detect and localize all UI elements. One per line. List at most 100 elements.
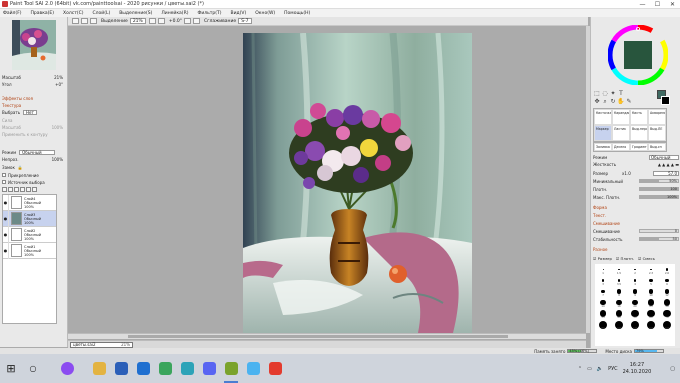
brush-tool-active[interactable]: Маркер xyxy=(594,125,612,141)
text-icon[interactable]: T xyxy=(617,90,625,97)
visibility-eye-icon[interactable]: ● xyxy=(3,242,9,259)
store-icon[interactable] xyxy=(110,354,132,383)
brush-size-preset[interactable]: 4 xyxy=(627,275,643,286)
brush-size-preset[interactable]: 70 xyxy=(659,308,675,319)
lock-icon[interactable]: 🔒 xyxy=(18,165,23,170)
brush-size-preset[interactable]: 8 xyxy=(611,286,627,297)
brush-size-preset[interactable]: 120 xyxy=(627,319,643,330)
form-section[interactable]: Форма xyxy=(593,204,679,210)
move-icon[interactable]: ✥ xyxy=(593,98,601,105)
selection-source-row[interactable]: Источник выбора xyxy=(2,179,66,185)
brush-size-preset[interactable]: 2 xyxy=(627,264,643,275)
layer-row-selected[interactable]: ● Слой3 Обычный 100% xyxy=(3,210,56,227)
menu-layer[interactable]: Слой(L) xyxy=(93,11,111,16)
brush-size-preset[interactable]: 160 xyxy=(643,319,659,330)
pressure-mix-check[interactable]: ☑ Смесь xyxy=(638,256,655,261)
min-size-slider[interactable]: 50% xyxy=(639,179,679,183)
visibility-eye-icon[interactable]: ● xyxy=(3,210,9,227)
layer-row[interactable]: ● Слой2 Обычный 100% xyxy=(3,226,56,243)
brush-size-preset[interactable]: 2.6 xyxy=(659,264,675,275)
density-slider[interactable]: 100 xyxy=(639,187,679,191)
texture-section[interactable]: Текст. xyxy=(593,212,679,218)
chrome-icon[interactable] xyxy=(154,354,176,383)
zoom-icon[interactable]: ⌕ xyxy=(601,98,609,106)
texture-header[interactable]: Текстура xyxy=(2,102,66,108)
brush-size-preset[interactable]: 5 xyxy=(643,275,659,286)
blend-mode-select[interactable]: Обычный xyxy=(19,149,56,155)
navigator-thumbnail[interactable] xyxy=(12,20,56,70)
extra-section[interactable]: Разное xyxy=(593,246,679,252)
delete-layer-icon[interactable] xyxy=(32,187,37,192)
volume-icon[interactable]: 🔈 xyxy=(597,366,603,372)
clear-layer-icon[interactable] xyxy=(26,187,31,192)
painting-canvas[interactable] xyxy=(243,32,472,333)
hardness-shapes[interactable]: ▲ ▲ ▲ ▲ ▬ xyxy=(658,162,679,167)
brush-tool[interactable]: Выд.сп xyxy=(648,143,666,151)
brush-size-preset[interactable]: 50 xyxy=(627,308,643,319)
menu-window[interactable]: Окно(W) xyxy=(255,11,275,16)
horizontal-scroll-thumb[interactable] xyxy=(128,335,508,338)
brush-tool[interactable]: Акварель xyxy=(648,109,666,125)
clipping-row[interactable]: Прикрепление xyxy=(2,172,66,178)
horizontal-scrollbar[interactable] xyxy=(68,333,586,339)
rect-select-icon[interactable]: ⬚ xyxy=(593,90,601,97)
brush-size-preset[interactable]: 80 xyxy=(595,319,611,330)
zoom-select[interactable]: 21% xyxy=(129,18,146,24)
zoom-out-icon[interactable] xyxy=(148,18,156,24)
visibility-eye-icon[interactable]: ● xyxy=(3,194,9,211)
lasso-icon[interactable]: ◌ xyxy=(601,90,609,97)
brush-size-preset[interactable]: 25 xyxy=(643,297,659,308)
brush-size-preset[interactable]: 60 xyxy=(643,308,659,319)
pressure-size-check[interactable]: ☑ Размер xyxy=(593,256,612,261)
brush-tool[interactable]: Выд.пера xyxy=(630,125,648,141)
search-icon[interactable]: ○ xyxy=(28,354,38,383)
tray-chevron-icon[interactable]: ⌃ xyxy=(578,366,582,372)
layer-effects-header[interactable]: Эффекты слоя xyxy=(2,95,66,101)
brush-size-preset[interactable]: 3 xyxy=(595,275,611,286)
brush-mode-select[interactable]: Обычный xyxy=(649,154,679,160)
brush-tool[interactable]: Заливка xyxy=(594,143,612,151)
brush-tool[interactable]: Кисть xyxy=(630,109,648,125)
magic-wand-icon[interactable]: ✦ xyxy=(609,90,617,97)
canvas-area[interactable] xyxy=(68,26,586,333)
blend-slider[interactable]: 0 xyxy=(639,229,679,233)
menu-ruler[interactable]: Линейка(R) xyxy=(161,11,188,16)
cortana-icon[interactable] xyxy=(56,354,78,383)
new-mask-icon[interactable] xyxy=(14,187,19,192)
maximize-button[interactable]: ☐ xyxy=(650,0,665,9)
angle-value[interactable]: +0.0° xyxy=(169,19,182,24)
pressure-density-check[interactable]: ☑ Плотн. xyxy=(616,256,634,261)
max-density-slider[interactable]: 100% xyxy=(639,195,679,199)
apply-to-contour-row[interactable]: Применить к контуру xyxy=(2,131,66,137)
mail-icon[interactable] xyxy=(132,354,154,383)
zoom-in-icon[interactable] xyxy=(157,18,165,24)
menu-edit[interactable]: Правка(E) xyxy=(31,11,54,16)
new-layer-icon[interactable] xyxy=(2,187,7,192)
file-explorer-icon[interactable] xyxy=(88,354,110,383)
layer-row[interactable]: ● Слой4 Обычный 100% xyxy=(3,194,56,211)
undo-icon[interactable] xyxy=(72,18,79,24)
size-multiplier[interactable]: x1.0 xyxy=(622,171,631,176)
hand-icon[interactable]: ✋ xyxy=(617,98,625,105)
color-wheel[interactable] xyxy=(608,25,668,85)
brush-size-preset[interactable]: 7 xyxy=(595,286,611,297)
rotate-tool-icon[interactable]: ↻ xyxy=(609,98,617,105)
discord-icon[interactable] xyxy=(198,354,220,383)
paint-tool-sai-icon[interactable] xyxy=(220,354,242,383)
brush-size-preset[interactable]: 9 xyxy=(627,286,643,297)
brush-size-preset[interactable]: 200 xyxy=(659,319,675,330)
deselect-icon[interactable] xyxy=(90,18,97,24)
network-icon[interactable]: ▭ xyxy=(587,366,592,372)
close-button[interactable]: ✕ xyxy=(665,0,680,9)
brush-size-preset[interactable]: 20 xyxy=(627,297,643,308)
clock[interactable]: 16:27 24.10.2020 xyxy=(623,362,657,376)
brush-size-preset[interactable]: 1 xyxy=(595,264,611,275)
stability-slider[interactable]: 50 xyxy=(639,237,679,241)
brush-size-preset[interactable]: 6 xyxy=(659,275,675,286)
brush-tool[interactable]: Ластик xyxy=(612,125,630,141)
brush-size-preset[interactable]: 3.5 xyxy=(611,275,627,286)
layer-opacity-row[interactable]: Непроз. 100% xyxy=(2,156,66,162)
texture-select[interactable]: Нет xyxy=(23,109,37,115)
navigator-zoom-row[interactable]: Масштаб 21% xyxy=(2,74,66,80)
new-folder-icon[interactable] xyxy=(8,187,13,192)
